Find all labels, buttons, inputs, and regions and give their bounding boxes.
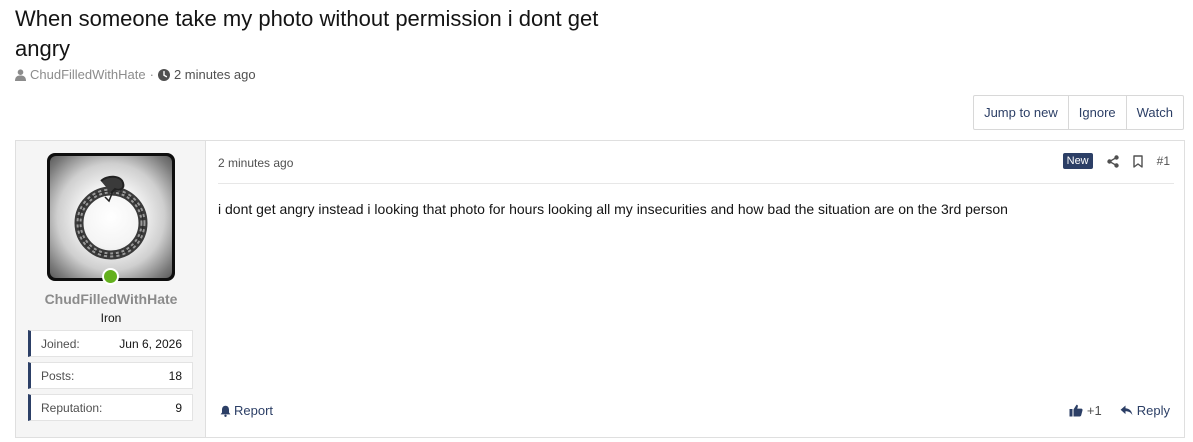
reaction-count: +1 xyxy=(1086,403,1102,418)
avatar[interactable] xyxy=(47,153,175,281)
post-user-panel: ChudFilledWithHate Iron Joined: Jun 6, 2… xyxy=(16,141,206,437)
report-button[interactable]: Report xyxy=(220,403,273,418)
post-1: ChudFilledWithHate Iron Joined: Jun 6, 2… xyxy=(15,140,1185,438)
thumbs-up-icon xyxy=(1069,404,1083,417)
thread-time[interactable]: 2 minutes ago xyxy=(174,67,256,82)
stat-value: 9 xyxy=(175,400,182,415)
stat-value: 18 xyxy=(168,368,182,383)
user-title: Iron xyxy=(100,311,122,325)
stat-label: Reputation: xyxy=(41,400,103,415)
post-body: i dont get angry instead i looking that … xyxy=(218,201,1008,217)
clock-icon xyxy=(157,68,170,81)
online-status-dot xyxy=(102,268,119,285)
ignore-button[interactable]: Ignore xyxy=(1067,96,1126,129)
thread-author-link[interactable]: ChudFilledWithHate xyxy=(30,67,146,82)
reply-label: Reply xyxy=(1136,403,1170,418)
thread-toolbar: Jump to new Ignore Watch xyxy=(973,95,1184,130)
stat-reputation: Reputation: 9 xyxy=(28,394,193,421)
jump-to-new-button[interactable]: Jump to new xyxy=(974,96,1068,129)
thread-title: When someone take my photo without permi… xyxy=(15,6,599,61)
post-username[interactable]: ChudFilledWithHate xyxy=(16,291,206,307)
post-permalink[interactable]: #1 xyxy=(1157,154,1170,168)
bell-icon xyxy=(220,405,231,417)
user-icon xyxy=(15,68,26,81)
post-divider xyxy=(218,183,1174,184)
stat-value: Jun 6, 2026 xyxy=(119,336,182,351)
stat-posts: Posts: 18 xyxy=(28,362,193,389)
like-button[interactable]: +1 xyxy=(1069,403,1102,418)
bookmark-icon[interactable] xyxy=(1132,154,1143,168)
post-actions-top: New #1 xyxy=(1062,153,1170,169)
stat-joined: Joined: Jun 6, 2026 xyxy=(28,330,193,357)
report-label: Report xyxy=(234,403,274,418)
post-footer-actions: +1 Reply xyxy=(1069,403,1170,418)
post-main: 2 minutes ago New #1 i dont get angry in… xyxy=(206,141,1184,437)
stat-label: Joined: xyxy=(41,336,80,351)
share-icon[interactable] xyxy=(1106,154,1119,168)
new-badge: New xyxy=(1062,153,1093,169)
meta-separator: · xyxy=(149,67,154,82)
reply-icon xyxy=(1120,405,1133,416)
post-date[interactable]: 2 minutes ago xyxy=(218,156,293,170)
watch-button[interactable]: Watch xyxy=(1125,96,1183,129)
stat-label: Posts: xyxy=(41,368,75,383)
ouroboros-avatar-image xyxy=(50,156,172,278)
reply-button[interactable]: Reply xyxy=(1120,403,1170,418)
thread-meta: ChudFilledWithHate · 2 minutes ago xyxy=(15,67,256,82)
